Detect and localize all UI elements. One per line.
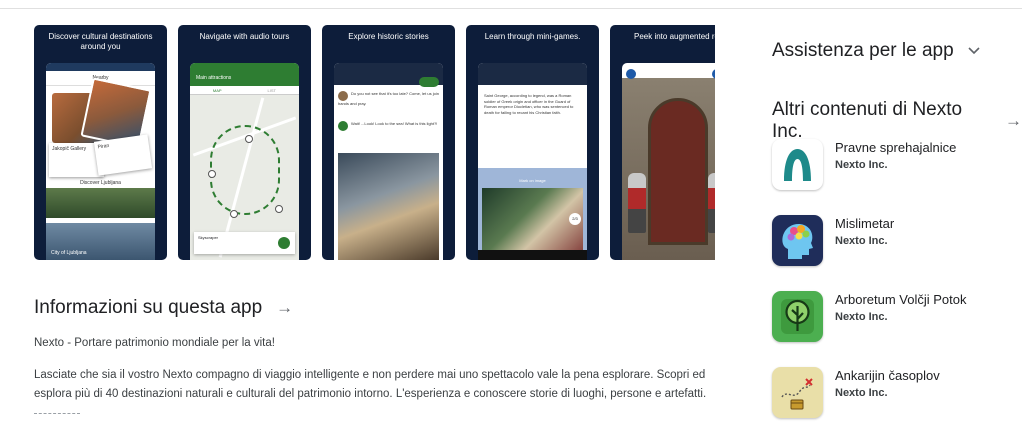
city-photo [46,188,155,218]
ankarijin-icon[interactable] [772,367,823,418]
map-pin[interactable] [275,205,283,213]
chevron-down-icon[interactable] [968,44,980,58]
play-icon[interactable] [278,237,290,249]
mislimetar-icon[interactable] [772,215,823,266]
status-bar [46,63,155,71]
about-title-text: Informazioni su questa app [34,297,263,318]
screenshot-2[interactable]: Navigate with audio tours Main attractio… [178,25,311,260]
phone-frame: Main attractions MAP LIST Skyscraper [190,63,299,260]
app-developer: Nexto Inc. [835,387,888,399]
app-name: Pravne sprehajalnice [835,140,957,155]
about-section-title[interactable]: Informazioni su questa app → [34,297,293,319]
about-tagline: Nexto - Portare patrimonio mondiale per … [34,337,275,349]
map-tabs[interactable]: MAP LIST [190,86,299,95]
app-support-toggle[interactable]: Assistenza per le app [772,40,980,62]
ar-knight [708,173,715,233]
chat-text: Do you not see that it's too late? Come,… [338,91,439,106]
place-card-title: Jakopič Gallery [52,146,87,152]
phone-frame: Saint George, according to legend, was a… [478,63,587,260]
close-icon[interactable] [626,69,636,79]
chat-text: Wait! ...Look! Look to the sea! What is … [351,121,438,126]
related-app-item[interactable]: Mislimetar Nexto Inc. [772,215,1012,267]
screenshot-caption: Explore historic stories [348,32,429,41]
place-card-title: Piran [97,142,110,151]
quiz-text: Saint George, according to legend, was a… [484,93,574,115]
app-name: Ankarijin časoplov [835,368,940,383]
phone-frame: Nearby Jakopič Gallery Piran Discover Lj… [46,63,155,260]
app-developer: Nexto Inc. [835,311,888,323]
app-developer: Nexto Inc. [835,159,888,171]
more-by-developer-header[interactable]: Altri contenuti di Nexto Inc. → [772,99,1022,143]
screenshot-caption: Discover cultural destinations around yo… [48,32,153,51]
arrow-right-icon[interactable]: → [276,297,293,319]
section-label: Discover Ljubljana [80,180,121,186]
status-bar [190,63,299,71]
story-illustration [338,153,439,260]
android-nav-bar[interactable] [478,250,587,260]
map-pin[interactable] [245,135,253,143]
description-fade-divider [34,413,80,414]
tab-list[interactable]: LIST [245,86,300,94]
app-developer: Nexto Inc. [835,235,888,247]
map-view[interactable]: Skyscraper [190,95,299,260]
screenshot-5[interactable]: Peek into augmented reality [610,25,715,260]
map-pin[interactable] [208,170,216,178]
about-description: Lasciate che sia il vostro Nexto compagn… [34,369,707,400]
star-icon[interactable] [712,69,715,79]
avatar [338,91,348,101]
help-title: Assistenza per le app [772,40,954,61]
tab-map[interactable]: MAP [190,86,245,94]
screenshot-1[interactable]: Discover cultural destinations around yo… [34,25,167,260]
chat-bubble: Do you not see that it's too late? Come,… [338,91,439,106]
related-app-item[interactable]: Pravne sprehajalnice Nexto Inc. [772,139,1012,191]
app-bar: Main attractions [190,71,299,86]
player-title: Skyscraper [198,235,219,240]
app-name: Arboretum Volčji Potok [835,292,967,307]
place-card: Piran [93,134,153,176]
audio-player-card[interactable]: Skyscraper [194,232,295,254]
map-pin[interactable] [230,210,238,218]
ar-knight [628,173,646,233]
screenshot-caption: Peek into augmented reality [634,32,715,41]
related-app-item[interactable]: Arboretum Volčji Potok Nexto Inc. [772,291,1012,343]
related-app-item[interactable]: Ankarijin časoplov Nexto Inc. [772,367,1012,419]
avatar [338,121,348,131]
app-name: Mislimetar [835,216,895,231]
chat-bubble: Wait! ...Look! Look to the sea! What is … [338,121,439,131]
screenshot-caption: Learn through mini-games. [484,32,581,41]
screenshot-4[interactable]: Learn through mini-games. Saint George, … [466,25,599,260]
screenshot-carousel[interactable]: Discover cultural destinations around yo… [34,25,715,260]
app-bar [478,63,587,85]
arrow-right-icon[interactable]: → [1005,111,1022,131]
progress-chip[interactable] [419,77,439,87]
quiz-counter: 2/3 [569,213,581,225]
pravne-icon[interactable] [772,139,823,190]
top-divider [0,8,1022,9]
ar-door [648,98,708,245]
phone-frame [622,63,715,260]
section-label: City of Ljubljana [51,250,87,256]
phone-frame: Do you not see that it's too late? Come,… [334,63,443,260]
quiz-hint: Mark on image [519,178,546,183]
more-title: Altri contenuti di Nexto Inc. [772,99,963,142]
screenshot-3[interactable]: Explore historic stories Do you not see … [322,25,455,260]
arboretum-icon[interactable] [772,291,823,342]
screenshot-caption: Navigate with audio tours [199,32,290,41]
